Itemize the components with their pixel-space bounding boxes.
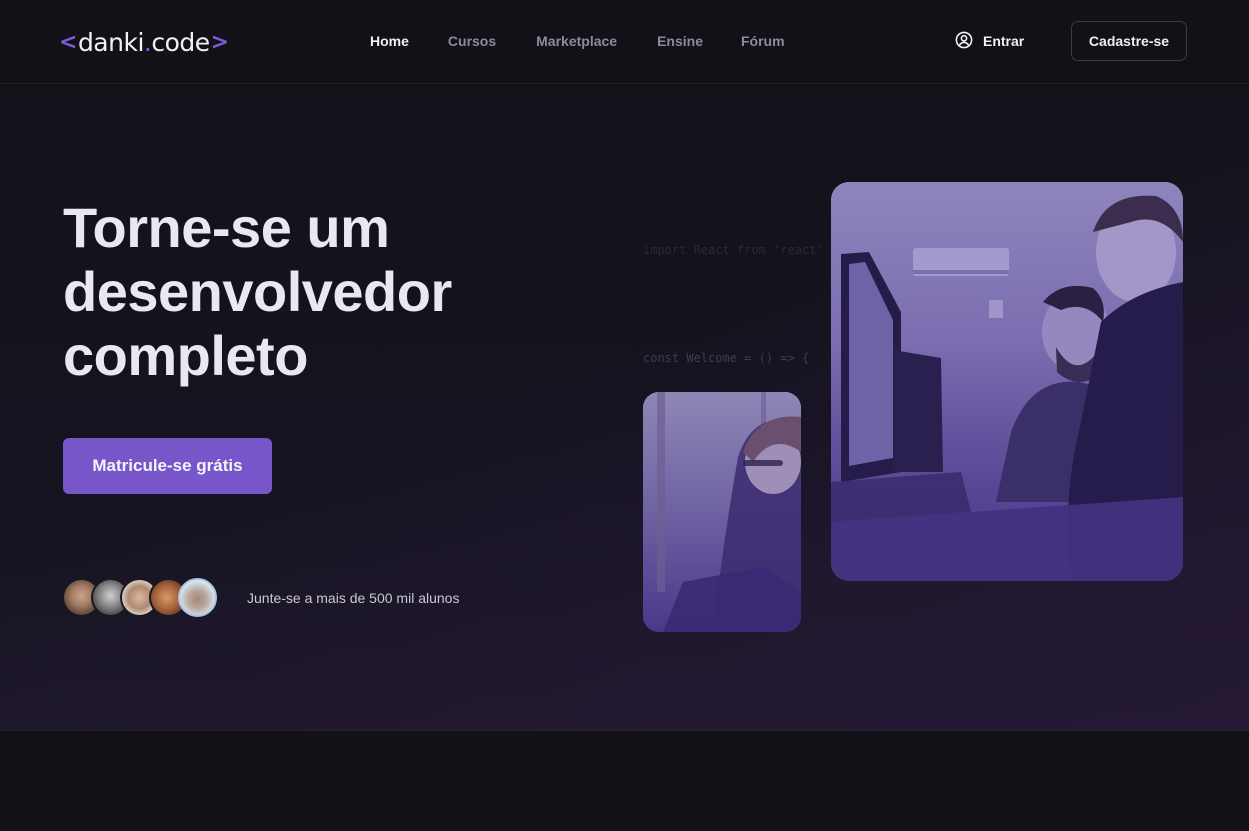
code-line: const Welcome = () => { xyxy=(643,351,810,365)
woman-with-glasses-photo xyxy=(643,392,801,632)
headline-line-2: desenvolvedor xyxy=(63,260,452,323)
code-snippet-background: import React from 'react' const Welcome … xyxy=(643,205,831,375)
students-count-text: Junte-se a mais de 500 mil alunos xyxy=(247,590,460,606)
logo-dot: . xyxy=(143,27,152,57)
headline-line-3: completo xyxy=(63,324,308,387)
nav-cursos[interactable]: Cursos xyxy=(448,31,496,51)
site-header: < danki . code > Home Cursos Marketplace… xyxy=(0,0,1249,84)
nav-home[interactable]: Home xyxy=(370,31,409,51)
developers-at-computer-photo xyxy=(831,182,1183,581)
nav-ensine[interactable]: Ensine xyxy=(657,31,703,51)
student-avatars xyxy=(62,578,217,618)
page-below-fold xyxy=(0,731,1249,831)
logo-suffix: code xyxy=(151,27,210,57)
login-label: Entrar xyxy=(983,33,1025,49)
headline-line-1: Torne-se um xyxy=(63,196,390,259)
user-circle-icon xyxy=(955,31,973,52)
login-link[interactable]: Entrar xyxy=(955,30,1024,52)
danki-code-logo[interactable]: < danki . code > xyxy=(58,26,230,58)
code-line: import React from 'react' xyxy=(643,243,824,257)
logo-close-bracket: > xyxy=(210,29,229,55)
signup-button[interactable]: Cadastre-se xyxy=(1071,21,1187,61)
logo-name: danki xyxy=(77,27,144,57)
logo-open-bracket: < xyxy=(59,29,77,55)
enroll-free-button[interactable]: Matricule-se grátis xyxy=(63,438,272,494)
nav-forum[interactable]: Fórum xyxy=(741,31,785,51)
student-avatar xyxy=(178,578,217,617)
main-nav: Home Cursos Marketplace Ensine Fórum xyxy=(370,31,785,51)
hero-headline: Torne-se um desenvolvedor completo xyxy=(63,196,583,388)
nav-marketplace[interactable]: Marketplace xyxy=(536,31,617,51)
